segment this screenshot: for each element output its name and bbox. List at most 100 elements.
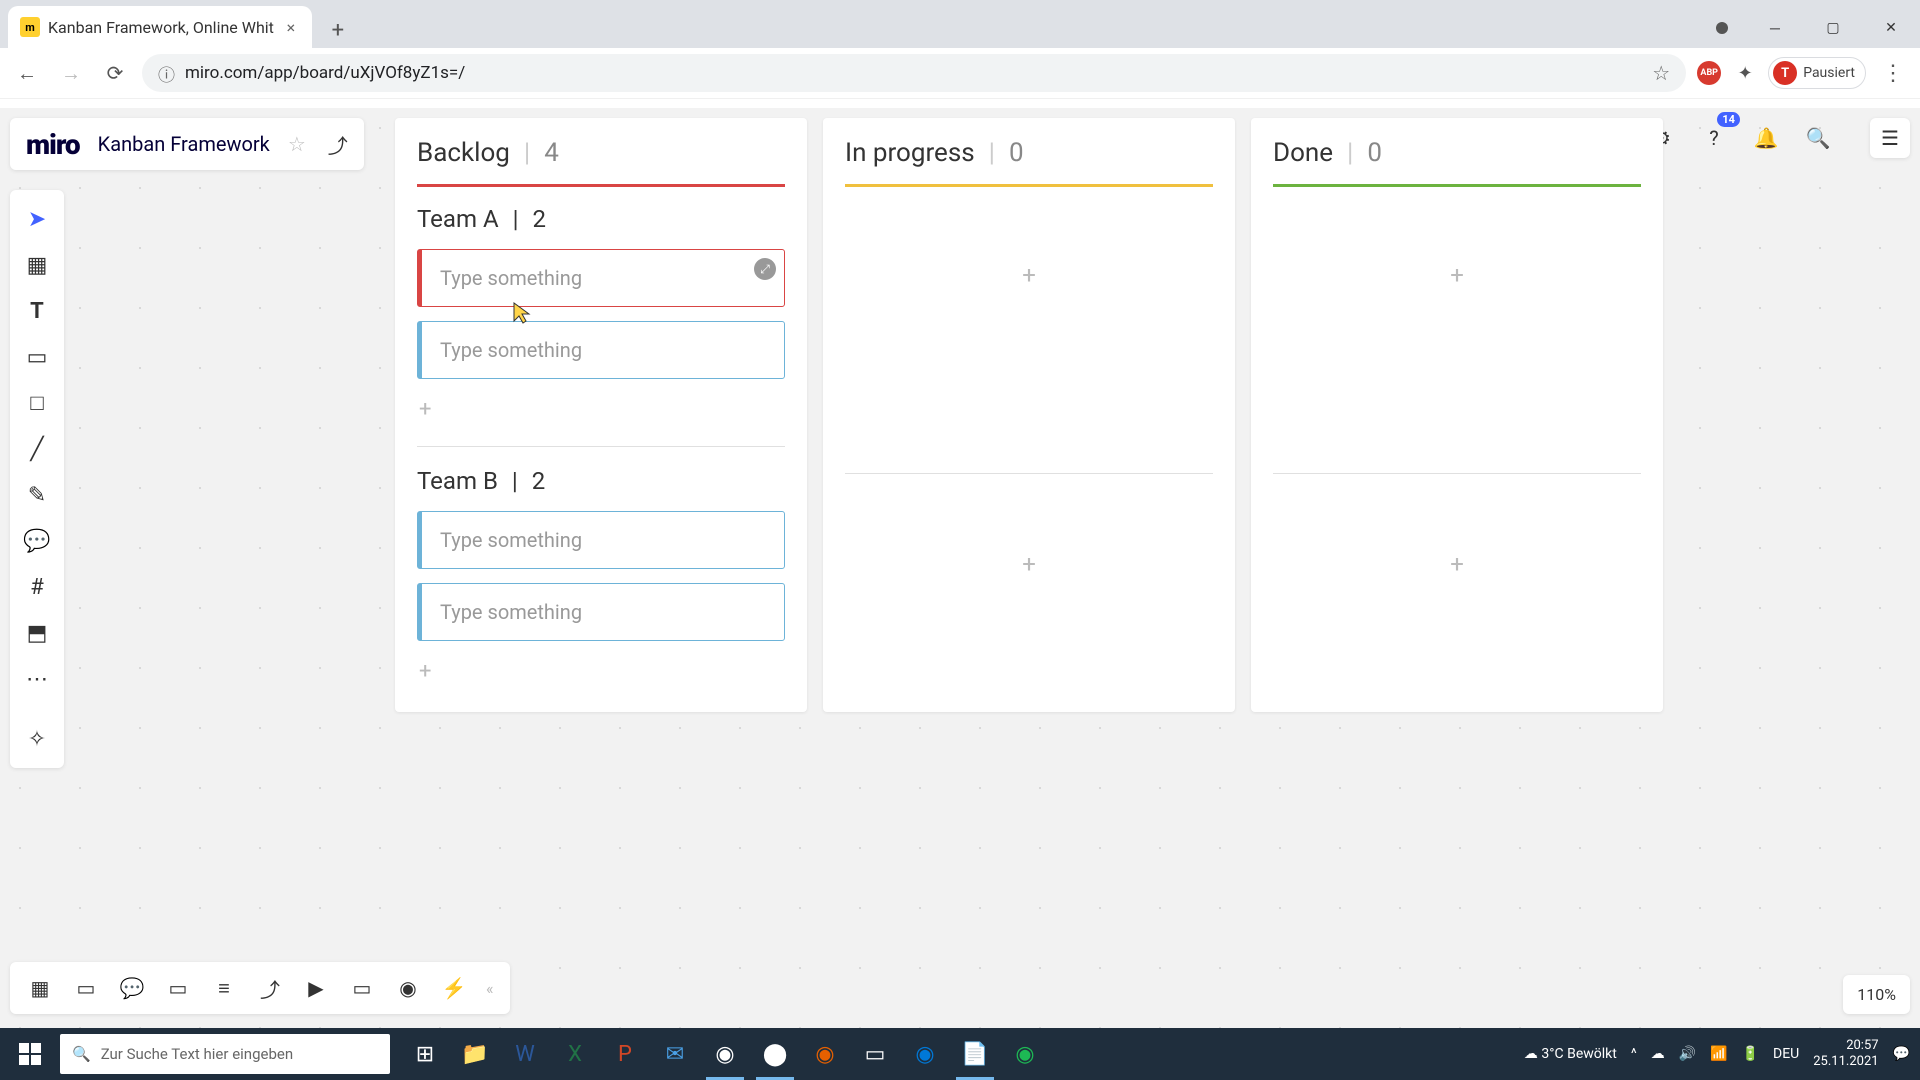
- presentation-icon[interactable]: ▭: [66, 968, 106, 1008]
- export-icon[interactable]: ⤴: [328, 130, 348, 159]
- address-bar[interactable]: ⓘ miro.com/app/board/uXjVOf8yZ1s=/ ☆: [142, 54, 1686, 92]
- frames-icon[interactable]: ▦: [20, 968, 60, 1008]
- swimlane-header[interactable]: Team B | 2: [417, 467, 785, 495]
- column-header[interactable]: In progress | 0: [845, 138, 1213, 184]
- site-info-icon[interactable]: ⓘ: [158, 61, 175, 86]
- ai-tool-icon[interactable]: ✧: [16, 718, 58, 760]
- weather-widget[interactable]: ☁ 3°C Bewölkt: [1524, 1046, 1617, 1062]
- voting-icon[interactable]: ▭: [342, 968, 382, 1008]
- kanban-card[interactable]: Type something: [417, 583, 785, 641]
- add-card-button[interactable]: +: [417, 393, 785, 426]
- spotify-icon[interactable]: ◉: [1000, 1028, 1050, 1080]
- word-icon[interactable]: W: [500, 1028, 550, 1080]
- select-tool-icon[interactable]: ➤: [16, 198, 58, 240]
- swimlane-header[interactable]: Team A | 2: [417, 205, 785, 233]
- collapse-toolbar-icon[interactable]: «: [480, 979, 500, 998]
- star-bookmark-icon[interactable]: ☆: [1652, 61, 1670, 85]
- history-icon[interactable]: ≡: [204, 968, 244, 1008]
- obs-icon[interactable]: ⬤: [750, 1028, 800, 1080]
- clock[interactable]: 20:57 25.11.2021: [1813, 1038, 1878, 1069]
- sticky-tool-icon[interactable]: ▭: [16, 336, 58, 378]
- forward-button[interactable]: →: [54, 56, 88, 90]
- language-indicator[interactable]: DEU: [1773, 1046, 1799, 1062]
- bolt-icon[interactable]: ⚡: [434, 968, 474, 1008]
- firefox-icon[interactable]: ◉: [800, 1028, 850, 1080]
- shape-tool-icon[interactable]: □: [16, 382, 58, 424]
- zoom-level[interactable]: 110%: [1843, 975, 1910, 1014]
- column-count: 0: [1367, 138, 1382, 168]
- bell-icon[interactable]: 🔔: [1746, 118, 1786, 158]
- expand-card-icon[interactable]: ⤢: [754, 258, 776, 280]
- add-card-button[interactable]: +: [1273, 247, 1641, 303]
- help-icon[interactable]: ?14: [1694, 118, 1734, 158]
- chrome-icon[interactable]: ◉: [700, 1028, 750, 1080]
- kanban-card[interactable]: Type something: [417, 511, 785, 569]
- close-window-button[interactable]: ✕: [1862, 8, 1920, 48]
- app-icon[interactable]: ▭: [850, 1028, 900, 1080]
- column-title: Backlog: [417, 138, 510, 168]
- comment-tool-icon[interactable]: 💬: [16, 520, 58, 562]
- notepad-icon[interactable]: 📄: [950, 1028, 1000, 1080]
- column-title: Done: [1273, 138, 1333, 168]
- activity-panel-icon[interactable]: ☰: [1870, 118, 1910, 158]
- add-card-button[interactable]: +: [845, 536, 1213, 592]
- profile-button[interactable]: T Pausiert: [1768, 57, 1866, 89]
- search-icon[interactable]: 🔍: [1798, 118, 1838, 158]
- chrome-menu-icon[interactable]: ⋮: [1876, 61, 1910, 86]
- maximize-button[interactable]: ▢: [1804, 8, 1862, 48]
- kanban-column-inprogress[interactable]: In progress | 0 + +: [823, 118, 1235, 712]
- miro-canvas[interactable]: miro Kanban Framework ☆ ⤴ ➤ ✦ T Share ⚙ …: [0, 108, 1920, 1028]
- pen-tool-icon[interactable]: ✎: [16, 474, 58, 516]
- tab-overflow-icon[interactable]: [1716, 22, 1728, 34]
- extensions-icon[interactable]: ✦: [1732, 60, 1758, 86]
- add-card-button[interactable]: +: [1273, 536, 1641, 592]
- column-header[interactable]: Backlog | 4: [417, 138, 785, 184]
- templates-tool-icon[interactable]: ▦: [16, 244, 58, 286]
- notifications-icon[interactable]: 💬: [1893, 1046, 1910, 1062]
- screen-share-icon[interactable]: ⤴: [250, 968, 290, 1008]
- explorer-icon[interactable]: 📁: [450, 1028, 500, 1080]
- line-tool-icon[interactable]: ╱: [16, 428, 58, 470]
- start-button[interactable]: [0, 1028, 60, 1080]
- kanban-column-done[interactable]: Done | 0 + +: [1251, 118, 1663, 712]
- frame-tool-icon[interactable]: #: [16, 566, 58, 608]
- card-stack-icon[interactable]: ▭: [158, 968, 198, 1008]
- swimlane-title: Team B: [417, 467, 498, 495]
- mail-icon[interactable]: ✉: [650, 1028, 700, 1080]
- kanban-card[interactable]: Type something: [417, 321, 785, 379]
- onedrive-icon[interactable]: ☁: [1651, 1046, 1665, 1062]
- add-card-button[interactable]: +: [417, 655, 785, 688]
- wifi-icon[interactable]: 📶: [1710, 1046, 1727, 1062]
- reload-button[interactable]: ⟳: [98, 56, 132, 90]
- back-button[interactable]: ←: [10, 56, 44, 90]
- volume-icon[interactable]: 🔊: [1679, 1046, 1696, 1062]
- browser-tab[interactable]: m Kanban Framework, Online Whit ×: [8, 6, 312, 48]
- text-tool-icon[interactable]: T: [16, 290, 58, 332]
- miro-favicon: m: [20, 17, 40, 37]
- add-card-button[interactable]: +: [845, 247, 1213, 303]
- tray-expand-icon[interactable]: ^: [1631, 1046, 1637, 1062]
- column-count: 4: [544, 138, 559, 168]
- kanban-card[interactable]: Type something ⤢: [417, 249, 785, 307]
- comments-icon[interactable]: 💬: [112, 968, 152, 1008]
- board-name[interactable]: Kanban Framework: [98, 132, 270, 156]
- kanban-board[interactable]: Backlog | 4 Team A | 2 Type something ⤢ …: [395, 118, 1663, 712]
- column-header[interactable]: Done | 0: [1273, 138, 1641, 184]
- upload-tool-icon[interactable]: ⬒: [16, 612, 58, 654]
- attention-icon[interactable]: ◉: [388, 968, 428, 1008]
- powerpoint-icon[interactable]: P: [600, 1028, 650, 1080]
- timer-icon[interactable]: ▶: [296, 968, 336, 1008]
- edge-icon[interactable]: ◉: [900, 1028, 950, 1080]
- abp-extension-icon[interactable]: ABP: [1696, 60, 1722, 86]
- minimize-button[interactable]: ─: [1746, 8, 1804, 48]
- battery-icon[interactable]: 🔋: [1742, 1046, 1759, 1062]
- more-tools-icon[interactable]: ⋯: [16, 658, 58, 700]
- star-icon[interactable]: ☆: [288, 132, 306, 156]
- close-tab-icon[interactable]: ×: [282, 18, 300, 36]
- task-view-icon[interactable]: ⊞: [400, 1028, 450, 1080]
- new-tab-button[interactable]: +: [320, 12, 356, 48]
- taskbar-search[interactable]: 🔍 Zur Suche Text hier eingeben: [60, 1034, 390, 1074]
- miro-logo[interactable]: miro: [26, 128, 80, 161]
- kanban-column-backlog[interactable]: Backlog | 4 Team A | 2 Type something ⤢ …: [395, 118, 807, 712]
- excel-icon[interactable]: X: [550, 1028, 600, 1080]
